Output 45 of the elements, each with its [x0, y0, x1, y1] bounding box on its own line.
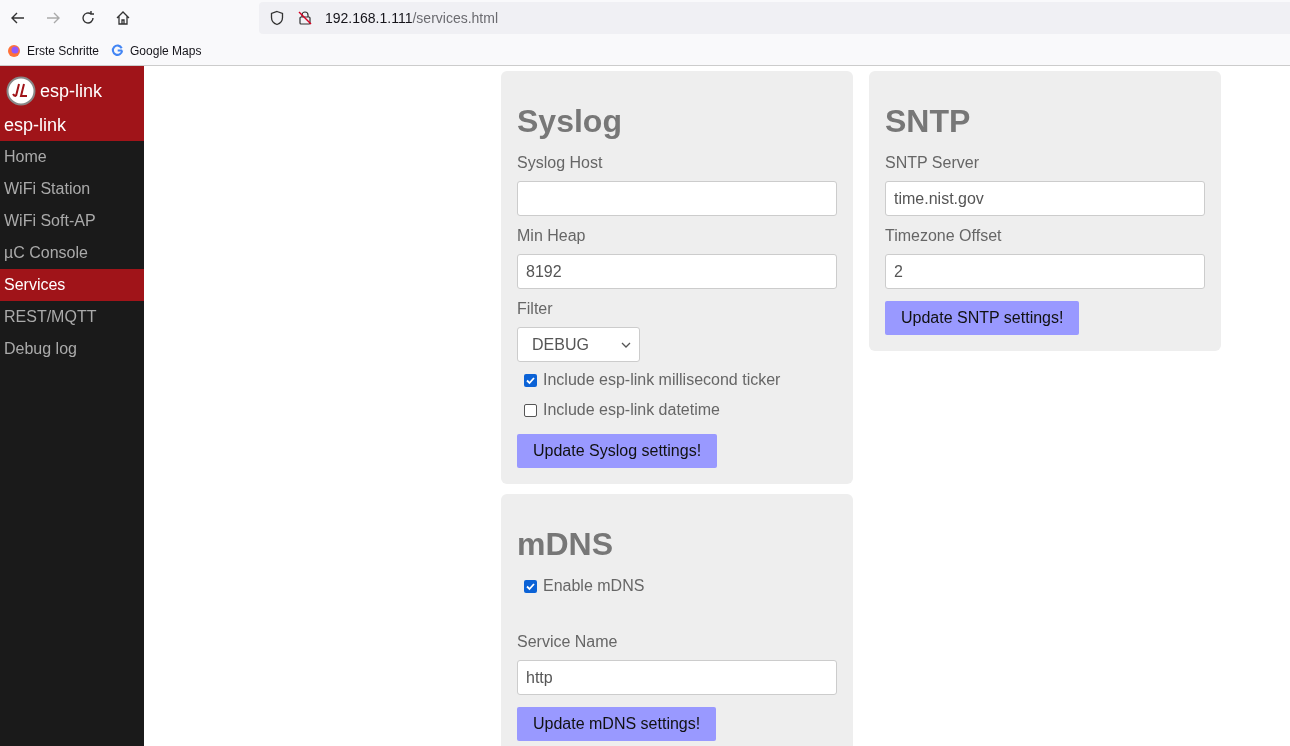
back-icon[interactable]	[10, 10, 26, 26]
field-label: Syslog Host	[517, 153, 604, 173]
logo-icon	[6, 76, 36, 106]
g-letter-icon	[111, 44, 125, 57]
card-title: SNTP	[885, 102, 972, 141]
filter-dropdown[interactable]: DEBUG	[517, 327, 640, 362]
checkbox[interactable]	[524, 373, 537, 387]
nav-link[interactable]: Services	[0, 269, 144, 301]
brand-name: esp-link	[40, 79, 103, 103]
input-field[interactable]: 8192	[517, 254, 837, 289]
brand-subtitle: esp-link	[3, 114, 68, 137]
update-button[interactable]: Update SNTP settings!	[885, 301, 1080, 335]
nav-link[interactable]: Home	[0, 141, 144, 173]
checkbox-label: Include esp-link datetime	[543, 400, 720, 420]
field-label: Filter	[517, 299, 554, 319]
nav-link[interactable]: WiFi Station	[0, 173, 144, 205]
bookmark-link[interactable]: Google Maps	[111, 41, 202, 60]
update-button[interactable]: Update mDNS settings!	[517, 707, 717, 741]
home-icon[interactable]	[115, 10, 131, 26]
input-field[interactable]: http	[517, 660, 837, 695]
field-label: Min Heap	[517, 226, 587, 246]
field-label: SNTP Server	[885, 153, 980, 173]
reload-icon[interactable]	[80, 10, 96, 26]
input-field[interactable]: 2	[885, 254, 1205, 289]
input-field[interactable]: time.nist.gov	[885, 181, 1205, 216]
input-field[interactable]	[517, 181, 837, 216]
checkbox-label: Include esp-link millisecond ticker	[543, 370, 781, 390]
checkbox[interactable]	[524, 579, 537, 593]
chevron-down-icon	[621, 341, 631, 348]
nav-link[interactable]: Debug log	[0, 333, 144, 365]
card-title: mDNS	[517, 525, 614, 564]
field-label: Timezone Offset	[885, 226, 1003, 246]
shield-icon	[269, 10, 285, 26]
checkbox-label: Enable mDNS	[543, 576, 645, 596]
url-text: 192.168.1.111/services.html	[325, 8, 499, 28]
insecure-lock-icon	[297, 10, 313, 26]
field-label: Service Name	[517, 632, 619, 652]
address-bar[interactable]: 192.168.1.111/services.html	[259, 2, 1290, 34]
checkbox[interactable]	[524, 403, 537, 417]
update-button[interactable]: Update Syslog settings!	[517, 434, 718, 468]
bookmark-link[interactable]: Erste Schritte	[7, 41, 100, 60]
nav-link[interactable]: WiFi Soft-AP	[0, 205, 144, 237]
card-title: Syslog	[517, 102, 623, 141]
nav-link[interactable]: REST/MQTT	[0, 301, 144, 333]
nav-link[interactable]: µC Console	[0, 237, 144, 269]
